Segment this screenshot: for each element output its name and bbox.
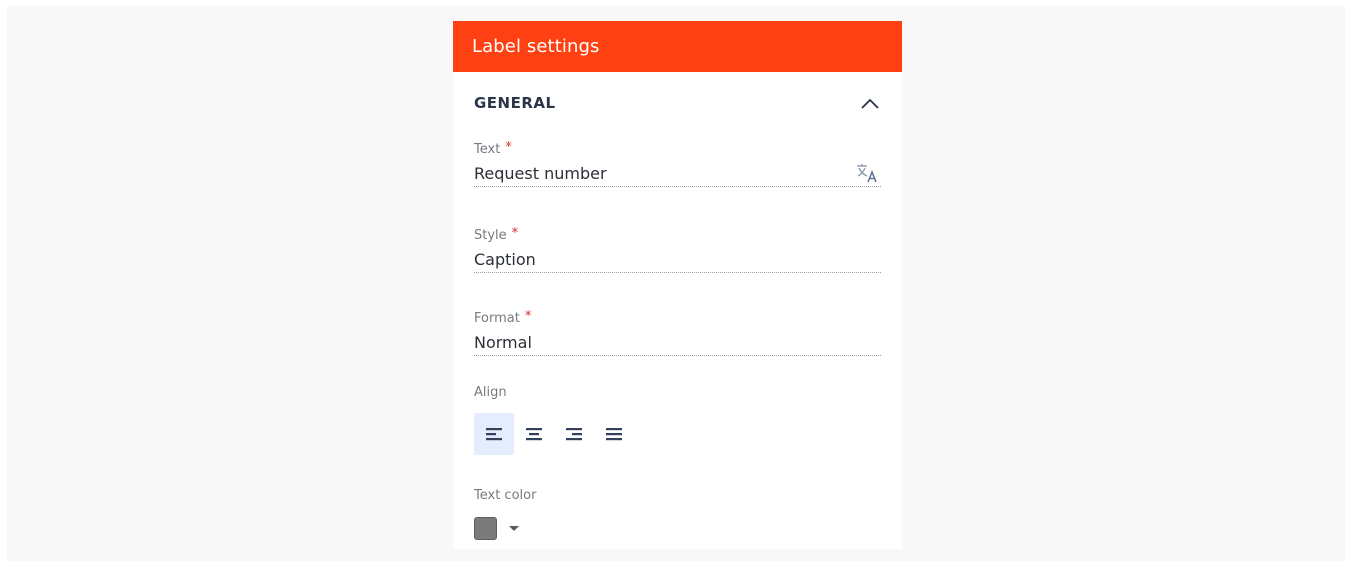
- text-value: Request number: [474, 163, 607, 183]
- color-swatch[interactable]: [474, 517, 497, 540]
- section-general-header[interactable]: GENERAL: [453, 72, 902, 134]
- style-value: Caption: [474, 249, 536, 269]
- align-left-button[interactable]: [474, 413, 514, 455]
- format-value: Normal: [474, 332, 532, 352]
- style-select[interactable]: Caption: [474, 246, 881, 273]
- align-label: Align: [474, 385, 507, 400]
- text-field-label: Text *: [474, 140, 881, 158]
- panel-title: Label settings: [472, 36, 600, 57]
- translate-icon[interactable]: [855, 162, 879, 184]
- required-mark: *: [511, 226, 519, 241]
- chevron-up-icon[interactable]: [859, 92, 881, 114]
- required-mark: *: [524, 309, 532, 324]
- align-button-group: [474, 413, 881, 455]
- caret-down-icon[interactable]: [509, 526, 519, 531]
- format-label: Format: [474, 311, 520, 326]
- required-mark: *: [505, 140, 512, 155]
- align-right-button[interactable]: [554, 413, 594, 455]
- text-color-picker[interactable]: [474, 517, 881, 540]
- panel-header: Label settings: [453, 21, 902, 72]
- label-settings-panel: Label settings GENERAL Text * Request nu…: [453, 21, 902, 549]
- format-field[interactable]: Format * Normal: [474, 309, 881, 356]
- align-center-button[interactable]: [514, 413, 554, 455]
- style-field[interactable]: Style * Caption: [474, 226, 881, 273]
- text-field[interactable]: Text * Request number: [474, 140, 881, 187]
- align-right-icon: [566, 428, 582, 441]
- align-center-icon: [526, 428, 542, 441]
- align-field: Align: [474, 385, 881, 455]
- text-color-field: Text color: [474, 488, 881, 540]
- text-label: Text: [474, 142, 501, 157]
- align-justify-button[interactable]: [594, 413, 634, 455]
- section-title: GENERAL: [474, 94, 556, 112]
- style-field-label: Style *: [474, 226, 881, 244]
- align-justify-icon: [606, 428, 622, 441]
- text-color-label: Text color: [474, 488, 537, 503]
- align-left-icon: [486, 428, 502, 441]
- format-select[interactable]: Normal: [474, 329, 881, 356]
- style-label: Style: [474, 228, 507, 243]
- text-input[interactable]: Request number: [474, 160, 881, 187]
- format-field-label: Format *: [474, 309, 881, 327]
